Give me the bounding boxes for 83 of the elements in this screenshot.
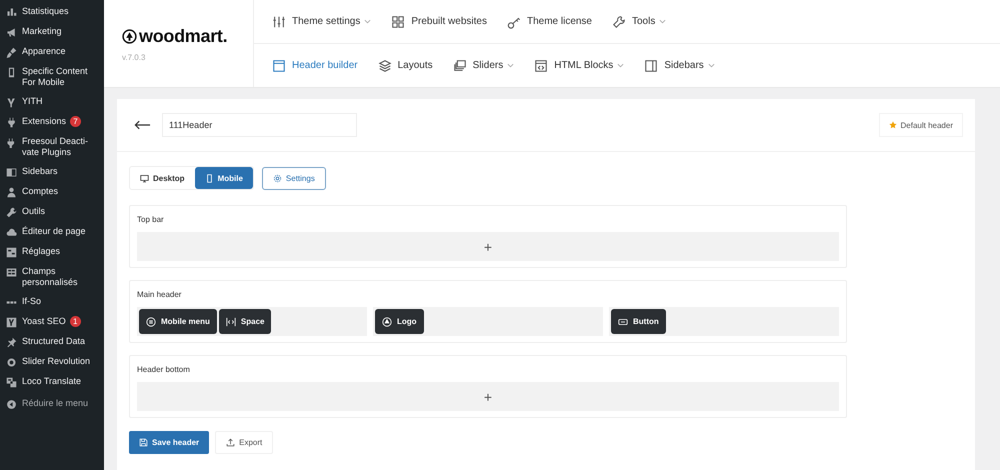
default-header-button[interactable]: Default header <box>878 113 963 137</box>
nav-link[interactable]: Header builder <box>272 58 358 72</box>
sidebar-item[interactable]: Sidebars <box>0 162 104 182</box>
header-name-field[interactable]: 111Header <box>162 113 357 137</box>
nav-icon <box>452 58 467 72</box>
logo-icon <box>122 28 137 44</box>
element-chip[interactable]: Space <box>218 309 272 334</box>
nav-icon <box>644 58 658 72</box>
ring-icon <box>6 357 17 368</box>
element-chip[interactable]: Mobile menu <box>139 309 217 334</box>
grid-icon <box>6 267 17 278</box>
upload-icon <box>226 438 236 447</box>
device-tab[interactable]: Mobile <box>194 167 253 189</box>
save-button[interactable]: Save header <box>129 431 210 454</box>
settings-icon <box>272 174 282 182</box>
nav-link[interactable]: Sidebars <box>644 58 715 72</box>
nav-link[interactable]: Theme license <box>506 14 592 28</box>
sidebar-item[interactable]: Structured Data <box>0 332 104 352</box>
element-chip[interactable]: Logo <box>375 309 424 334</box>
nav-link[interactable]: Sliders <box>452 58 514 72</box>
row-title: Main header <box>137 290 182 299</box>
sidebar-item[interactable]: Champs personnalisés <box>0 262 104 292</box>
sidebar-item[interactable]: Yoast SEO 1 <box>0 312 104 332</box>
export-button[interactable]: Export <box>215 431 274 454</box>
nav-link[interactable]: Layouts <box>378 58 433 72</box>
sidebar-item[interactable]: Loco Translate <box>0 372 104 392</box>
sidebar-item[interactable]: Apparence <box>0 42 104 62</box>
rectangle-icon <box>618 316 628 326</box>
phone-icon <box>6 67 17 78</box>
cloud-icon <box>6 227 17 238</box>
person-icon <box>6 187 17 198</box>
add-element-button[interactable]: + <box>137 382 839 411</box>
list-circle-icon <box>146 316 156 326</box>
nav-icon <box>272 58 286 72</box>
nav-link[interactable]: Theme settings <box>272 14 372 28</box>
sidebar-item[interactable]: Specific Content For Mobile <box>0 62 104 92</box>
bar-chart-icon <box>6 7 17 18</box>
phone-icon <box>204 174 214 182</box>
settings-button[interactable]: Settings <box>262 166 326 190</box>
brackets-icon <box>226 316 236 326</box>
plug-icon <box>6 137 17 148</box>
sidebar-item[interactable]: Extensions 7 <box>0 112 104 132</box>
collapse-menu-button[interactable]: Réduire le menu <box>0 394 104 414</box>
nav-icon <box>391 14 406 28</box>
sidebar-item[interactable]: Outils <box>0 202 104 222</box>
nav-link[interactable]: Prebuilt websites <box>391 14 487 28</box>
sidebar-item[interactable]: Slider Revolution <box>0 352 104 372</box>
count-badge: 7 <box>70 116 82 127</box>
sidebar-item[interactable]: If-So <box>0 292 104 312</box>
triangle-circle-icon <box>382 316 392 326</box>
save-icon <box>139 438 148 447</box>
letter-icon <box>6 97 17 108</box>
sidebar-item[interactable]: YITH <box>0 92 104 112</box>
pin-icon <box>6 337 17 348</box>
sidebar-item[interactable]: Réglages <box>0 242 104 262</box>
brush-icon <box>6 47 17 58</box>
sidebar-item[interactable]: Comptes <box>0 182 104 202</box>
plug-icon <box>6 117 17 128</box>
back-arrow-icon[interactable] <box>134 120 151 130</box>
element-chip[interactable]: Button <box>611 309 666 334</box>
version-label: v.7.0.3 <box>122 52 146 62</box>
nav-icon <box>534 58 548 72</box>
star-icon <box>888 121 897 129</box>
brand-name: woodmart. <box>139 26 228 46</box>
sidebar-item[interactable]: Statistiques <box>0 2 104 22</box>
nav-icon <box>272 14 286 28</box>
row-title: Header bottom <box>137 365 191 374</box>
collapse-icon <box>6 399 17 410</box>
sidebar-item[interactable]: Éditeur de page <box>0 222 104 242</box>
columns-icon <box>6 167 17 178</box>
nav-link[interactable]: HTML Blocks <box>534 58 624 72</box>
monitor-icon <box>140 174 149 182</box>
nav-icon <box>612 14 626 28</box>
wrench-icon <box>6 207 17 218</box>
count-badge: 1 <box>70 316 81 327</box>
sidebar-item[interactable]: Freesoul Deacti-vate Plugins <box>0 132 104 162</box>
translate-icon <box>6 377 17 388</box>
sidebar-item[interactable]: Marketing <box>0 22 104 42</box>
row-title: Top bar <box>137 215 165 224</box>
megaphone-icon <box>6 27 17 38</box>
add-element-button[interactable]: + <box>137 232 839 261</box>
nav-icon <box>378 58 392 72</box>
nav-link[interactable]: Tools <box>612 14 666 28</box>
